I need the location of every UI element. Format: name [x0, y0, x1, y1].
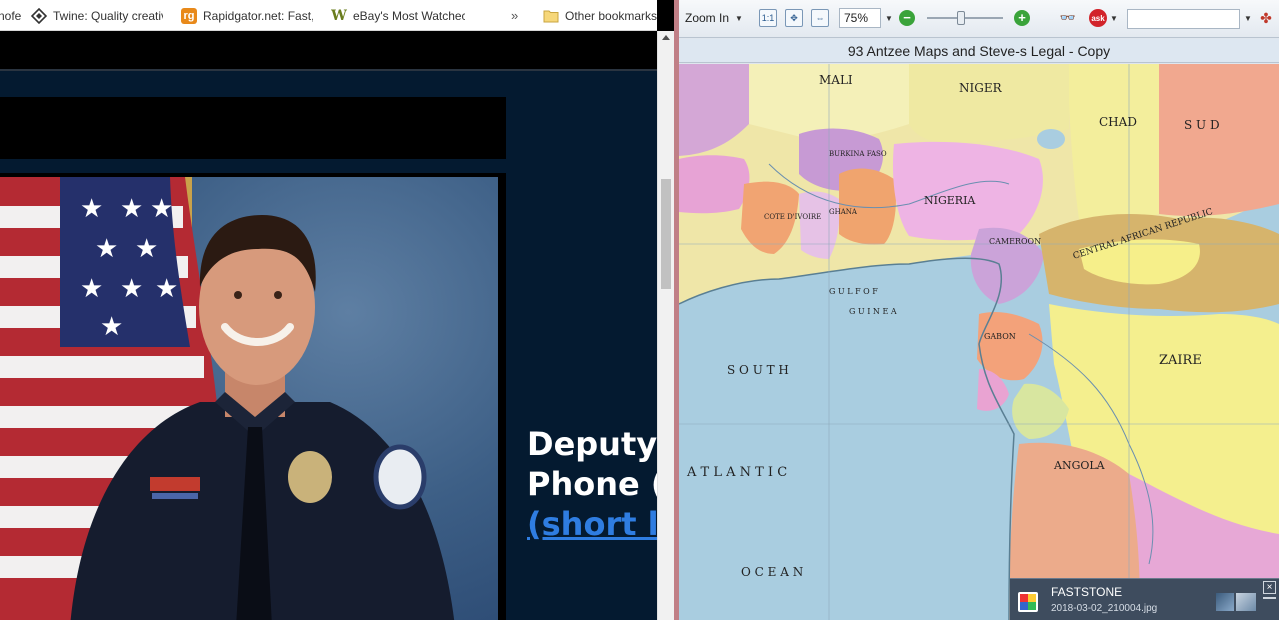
svg-text:★: ★ — [120, 194, 143, 224]
map-label-niger: NIGER — [959, 81, 1003, 95]
minus-icon: − — [903, 10, 911, 25]
svg-text:★: ★ — [135, 234, 158, 264]
read-mode-button[interactable]: 👓 — [1057, 10, 1079, 26]
ask-search-button[interactable]: ask — [1089, 9, 1107, 27]
deputy-info: Deputy Phone ( (short l — [527, 424, 657, 544]
map-label-ghana: GHANA — [829, 208, 858, 216]
twine-icon — [31, 7, 47, 24]
web-page: ★ ★ ★ ★ ★ ★ ★ ★ ★ Deputy Phone ((short … — [0, 31, 657, 620]
bookmarks-bar: nofe Twine: Quality creativ rg Rapidgato… — [0, 0, 657, 31]
glasses-icon: 👓 — [1059, 10, 1077, 25]
fit-width-button[interactable]: ⇔ — [811, 9, 829, 27]
map-label-mali: MALI — [819, 73, 853, 87]
notification-app-name: FASTSTONE — [1051, 585, 1123, 599]
actual-size-button[interactable]: 1:1 — [759, 9, 777, 27]
svg-text:★: ★ — [80, 194, 103, 224]
bookmark-label: Rapidgator.net: Fast, — [203, 8, 313, 23]
svg-text:★: ★ — [95, 234, 118, 264]
deputy-phone: Phone ( — [527, 465, 657, 503]
short-link[interactable]: (short l — [527, 504, 657, 544]
svg-text:★: ★ — [150, 194, 173, 224]
notification-thumbnail — [1236, 593, 1256, 611]
faststone-notification[interactable]: FASTSTONE 2018-03-02_210004.jpg × — [1010, 578, 1279, 620]
bookmark-twine[interactable]: Twine: Quality creativ — [31, 0, 163, 30]
scrollbar-thumb[interactable] — [661, 179, 671, 289]
page-top-strip — [0, 31, 657, 71]
svg-text:★: ★ — [120, 274, 143, 304]
rapidgator-icon: rg — [181, 7, 197, 24]
bookmark-rapidgator[interactable]: rg Rapidgator.net: Fast, — [181, 0, 313, 30]
chevron-right-icon: » — [511, 8, 519, 23]
map-label-chad: CHAD — [1099, 115, 1137, 129]
fit-width-icon: ⇔ — [815, 13, 825, 23]
map-label-gulf1: G U L F O F — [829, 287, 878, 296]
ask-logo-icon: ask — [1091, 13, 1105, 23]
zoom-percentage-input[interactable]: 75% — [839, 8, 881, 28]
officer-portrait-photo: ★ ★ ★ ★ ★ ★ ★ ★ ★ — [0, 177, 498, 620]
pdf-viewer-window: Zoom In ▼ 1:1 ✥ ⇔ 75% ▼ − + 👓 ask ▼ ▼ ✤ … — [679, 0, 1279, 620]
map-label-burkina: BURKINA FASO — [829, 150, 887, 158]
zoom-in-label: Zoom In — [685, 11, 730, 25]
search-input[interactable] — [1127, 9, 1240, 29]
svg-text:★: ★ — [100, 312, 123, 342]
notification-file-name: 2018-03-02_210004.jpg — [1051, 603, 1158, 614]
map-label-atlantic: A T L A N T I C — [686, 465, 787, 480]
extension-tool-icon[interactable]: ✤ — [1257, 9, 1275, 27]
bookmark-label: Twine: Quality creativ — [53, 8, 163, 23]
zoom-in-dropdown[interactable]: Zoom In ▼ — [685, 8, 743, 28]
other-bookmarks[interactable]: Other bookmarks — [543, 0, 657, 30]
zoom-out-button[interactable]: − — [899, 10, 915, 26]
map-label-sudan: S U D — [1184, 118, 1220, 132]
browser-window: nofe Twine: Quality creativ rg Rapidgato… — [0, 0, 657, 620]
minimize-icon[interactable] — [1263, 597, 1276, 599]
dropdown-caret-icon: ▼ — [735, 13, 743, 23]
viewer-toolbar: Zoom In ▼ 1:1 ✥ ⇔ 75% ▼ − + 👓 ask ▼ ▼ ✤ — [679, 0, 1279, 38]
folder-icon — [543, 8, 559, 24]
map-label-gulf2: G U I N E A — [849, 307, 897, 316]
zoom-dropdown-caret-icon[interactable]: ▼ — [885, 8, 893, 28]
bookmark-label: eBay's Most Watchec — [353, 8, 465, 23]
map-label-south: S O U T H — [727, 363, 789, 377]
bookmark-ebay[interactable]: W eBay's Most Watchec — [331, 0, 465, 30]
page-header-bar — [0, 97, 506, 159]
actual-size-icon: 1:1 — [761, 13, 775, 23]
bookmark-partial[interactable]: nofe — [0, 0, 22, 30]
zoom-plus-button[interactable]: + — [1014, 10, 1030, 26]
svg-text:★: ★ — [80, 274, 103, 304]
zoom-value: 75% — [844, 11, 869, 25]
search-dropdown-caret-icon[interactable]: ▼ — [1244, 8, 1252, 28]
map-label-cameroon: CAMEROON — [989, 237, 1041, 246]
map-label-gabon: GABON — [984, 332, 1016, 341]
bookmarks-overflow-chevron[interactable]: » — [511, 0, 519, 30]
other-bookmarks-label: Other bookmarks — [565, 8, 657, 23]
map-label-angola: ANGOLA — [1053, 459, 1106, 472]
map-label-ivory: COTE D'IVOIRE — [764, 213, 821, 221]
deputy-title: Deputy — [527, 425, 657, 463]
close-icon[interactable]: × — [1263, 581, 1276, 594]
map-label-nigeria: NIGERIA — [924, 194, 976, 207]
zoom-slider-thumb[interactable] — [957, 11, 966, 25]
ebay-w-icon: W — [331, 7, 347, 24]
ask-dropdown-caret-icon[interactable]: ▼ — [1110, 8, 1118, 28]
map-label-ocean: O C E A N — [741, 565, 803, 579]
africa-map-page[interactable]: MALI NIGER CHAD S U D BURKINA FASO NIGER… — [679, 64, 1279, 620]
bookmark-label: nofe — [0, 8, 22, 23]
fit-page-button[interactable]: ✥ — [785, 9, 803, 27]
fit-page-icon: ✥ — [790, 12, 798, 23]
scroll-up-arrow-icon[interactable] — [662, 35, 670, 40]
notification-thumbnail — [1216, 593, 1234, 611]
map-label-zaire: ZAIRE — [1159, 353, 1202, 368]
document-title: 93 Antzee Maps and Steve-s Legal - Copy — [679, 39, 1279, 63]
svg-text:★: ★ — [155, 274, 178, 304]
plus-icon: + — [1018, 10, 1026, 25]
vertical-scrollbar[interactable] — [657, 31, 674, 620]
divider — [0, 69, 657, 71]
faststone-app-icon — [1018, 592, 1038, 612]
